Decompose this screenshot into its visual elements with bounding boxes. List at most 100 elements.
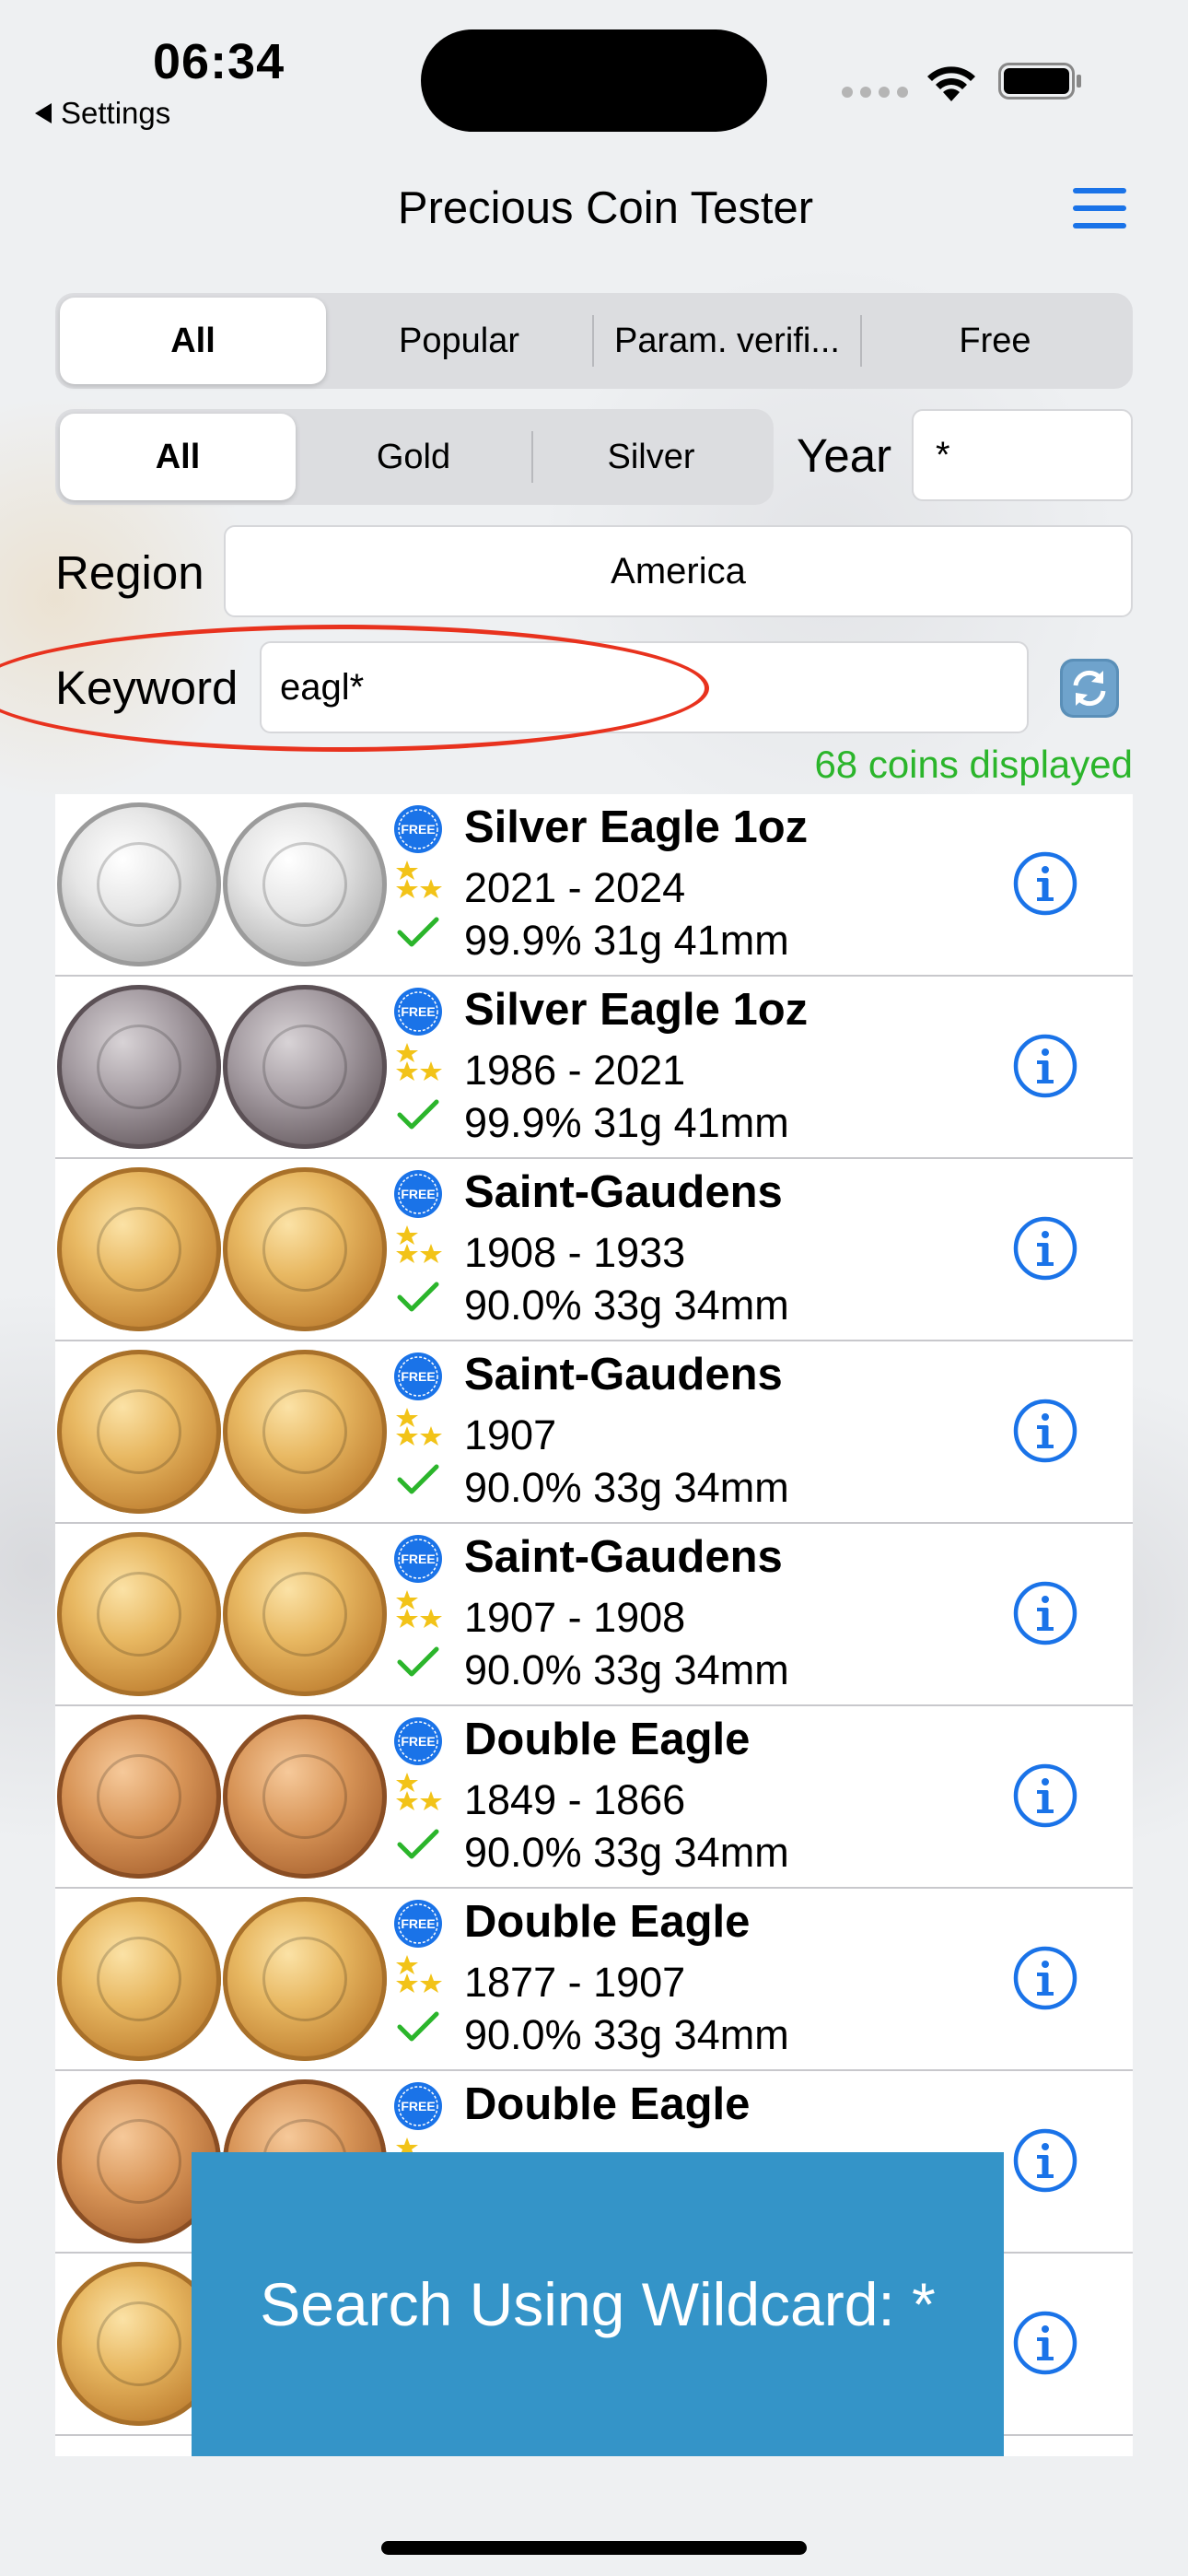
cellular-signal-icon xyxy=(842,87,908,98)
free-badge-text: FREE xyxy=(401,1187,435,1201)
rating-stars-icon xyxy=(396,1955,442,1993)
coin-reverse-image xyxy=(223,1167,387,1331)
free-badge-icon: FREE xyxy=(394,805,442,853)
metal-tab-gold[interactable]: Gold xyxy=(296,414,531,500)
coin-name: Double Eagle xyxy=(464,1897,751,1947)
menu-icon[interactable] xyxy=(1073,188,1126,228)
free-badge-text: FREE xyxy=(401,1916,435,1931)
verified-check-icon xyxy=(397,1646,439,1677)
coin-name: Double Eagle xyxy=(464,2079,751,2129)
free-badge-text: FREE xyxy=(401,1004,435,1019)
tab-free[interactable]: Free xyxy=(862,298,1128,384)
back-label: Settings xyxy=(61,96,171,130)
info-icon[interactable] xyxy=(1013,1216,1077,1281)
free-badge-icon: FREE xyxy=(394,1717,442,1765)
rating-stars-icon xyxy=(396,1043,442,1081)
coin-reverse-image xyxy=(223,802,387,966)
coin-obverse-image xyxy=(57,1532,221,1696)
verified-check-icon xyxy=(397,1099,439,1130)
coin-obverse-image xyxy=(57,1167,221,1331)
coin-row[interactable]: FREE Saint-Gaudens 1908 - 1933 90.0% 33g… xyxy=(55,1159,1133,1341)
highlight-annotation xyxy=(0,625,709,752)
region-label: Region xyxy=(55,546,204,599)
info-icon[interactable] xyxy=(1013,1581,1077,1645)
free-badge-icon: FREE xyxy=(394,1170,442,1218)
metal-tab-all[interactable]: All xyxy=(60,414,296,500)
battery-icon xyxy=(998,63,1081,100)
verified-check-icon xyxy=(397,1282,439,1312)
back-arrow-icon xyxy=(35,103,52,123)
verified-check-icon xyxy=(397,2011,439,2042)
coin-years: 2021 - 2024 xyxy=(464,864,686,911)
coin-row[interactable]: FREE Silver Eagle 1oz 2021 - 2024 99.9% … xyxy=(55,794,1133,977)
status-time: 06:34 xyxy=(153,34,285,89)
tab-popular[interactable]: Popular xyxy=(326,298,592,384)
free-badge-text: FREE xyxy=(401,2099,435,2113)
tab-all[interactable]: All xyxy=(60,298,326,384)
free-badge-icon: FREE xyxy=(394,988,442,1036)
coin-reverse-image xyxy=(223,1532,387,1696)
refresh-icon[interactable] xyxy=(1059,658,1120,719)
coin-specs: 99.9% 31g 41mm xyxy=(464,917,789,964)
coin-specs: 99.9% 31g 41mm xyxy=(464,1099,789,1146)
coin-specs: 90.0% 33g 34mm xyxy=(464,1829,789,1876)
free-badge-icon: FREE xyxy=(394,1900,442,1948)
coin-row[interactable]: FREE Saint-Gaudens 1907 90.0% 33g 34mm xyxy=(55,1341,1133,1524)
year-field[interactable]: * xyxy=(912,409,1133,501)
metal-segmented-control: All Gold Silver xyxy=(55,409,774,505)
verified-check-icon xyxy=(397,917,439,947)
coin-years: 1907 - 1908 xyxy=(464,1594,686,1641)
coin-obverse-image xyxy=(57,1897,221,2061)
verified-check-icon xyxy=(397,1464,439,1494)
coin-obverse-image xyxy=(57,1715,221,1879)
free-badge-icon: FREE xyxy=(394,1535,442,1583)
coin-count: 68 coins displayed xyxy=(814,743,1133,786)
back-to-settings[interactable]: Settings xyxy=(35,96,170,131)
rating-stars-icon xyxy=(396,861,442,898)
coin-reverse-image xyxy=(223,1897,387,2061)
info-icon[interactable] xyxy=(1013,1763,1077,1828)
rating-stars-icon xyxy=(396,1773,442,1810)
coin-row[interactable]: FREE Silver Eagle 1oz 1986 - 2021 99.9% … xyxy=(55,977,1133,1159)
wildcard-toast: Search Using Wildcard: * xyxy=(192,2152,1004,2456)
info-icon[interactable] xyxy=(1013,851,1077,916)
free-badge-text: FREE xyxy=(401,1369,435,1384)
coin-reverse-image xyxy=(223,985,387,1149)
page-title: Precious Coin Tester xyxy=(397,183,814,233)
free-badge-text: FREE xyxy=(401,1551,435,1566)
coin-obverse-image xyxy=(57,985,221,1149)
tab-param-verified[interactable]: Param. verifi... xyxy=(594,298,860,384)
metal-tab-silver[interactable]: Silver xyxy=(533,414,769,500)
free-badge-text: FREE xyxy=(401,1734,435,1749)
info-icon[interactable] xyxy=(1013,2311,1077,2375)
info-icon[interactable] xyxy=(1013,2128,1077,2193)
coin-specs: 90.0% 33g 34mm xyxy=(464,1464,789,1511)
info-icon[interactable] xyxy=(1013,1946,1077,2010)
coin-specs: 90.0% 33g 34mm xyxy=(464,1282,789,1329)
free-badge-text: FREE xyxy=(401,822,435,837)
rating-stars-icon xyxy=(396,1225,442,1263)
info-icon[interactable] xyxy=(1013,1399,1077,1463)
free-badge-icon: FREE xyxy=(394,1352,442,1400)
coin-specs: 90.0% 33g 34mm xyxy=(464,1646,789,1693)
coin-years: 1877 - 1907 xyxy=(464,1959,686,2006)
coin-reverse-image xyxy=(223,1715,387,1879)
coin-years: 1986 - 2021 xyxy=(464,1047,686,1094)
wifi-icon xyxy=(927,66,975,101)
rating-stars-icon xyxy=(396,1408,442,1446)
info-icon[interactable] xyxy=(1013,1034,1077,1098)
coin-row[interactable]: FREE Saint-Gaudens 1907 - 1908 90.0% 33g… xyxy=(55,1524,1133,1706)
coin-name: Silver Eagle 1oz xyxy=(464,985,809,1035)
filter-segmented-control: All Popular Param. verifi... Free xyxy=(55,293,1133,389)
coin-row[interactable]: FREE Double Eagle 1877 - 1907 90.0% 33g … xyxy=(55,1889,1133,2071)
coin-name: Silver Eagle 1oz xyxy=(464,802,809,852)
coin-name: Double Eagle xyxy=(464,1715,751,1764)
coin-specs: 90.0% 33g 34mm xyxy=(464,2011,789,2058)
coin-row[interactable]: FREE Double Eagle 1849 - 1866 90.0% 33g … xyxy=(55,1706,1133,1889)
region-selector[interactable]: America xyxy=(224,525,1133,617)
year-label: Year xyxy=(797,429,892,482)
coin-name: Saint-Gaudens xyxy=(464,1167,783,1217)
coin-obverse-image xyxy=(57,802,221,966)
home-indicator[interactable] xyxy=(381,2541,807,2555)
coin-obverse-image xyxy=(57,1350,221,1514)
